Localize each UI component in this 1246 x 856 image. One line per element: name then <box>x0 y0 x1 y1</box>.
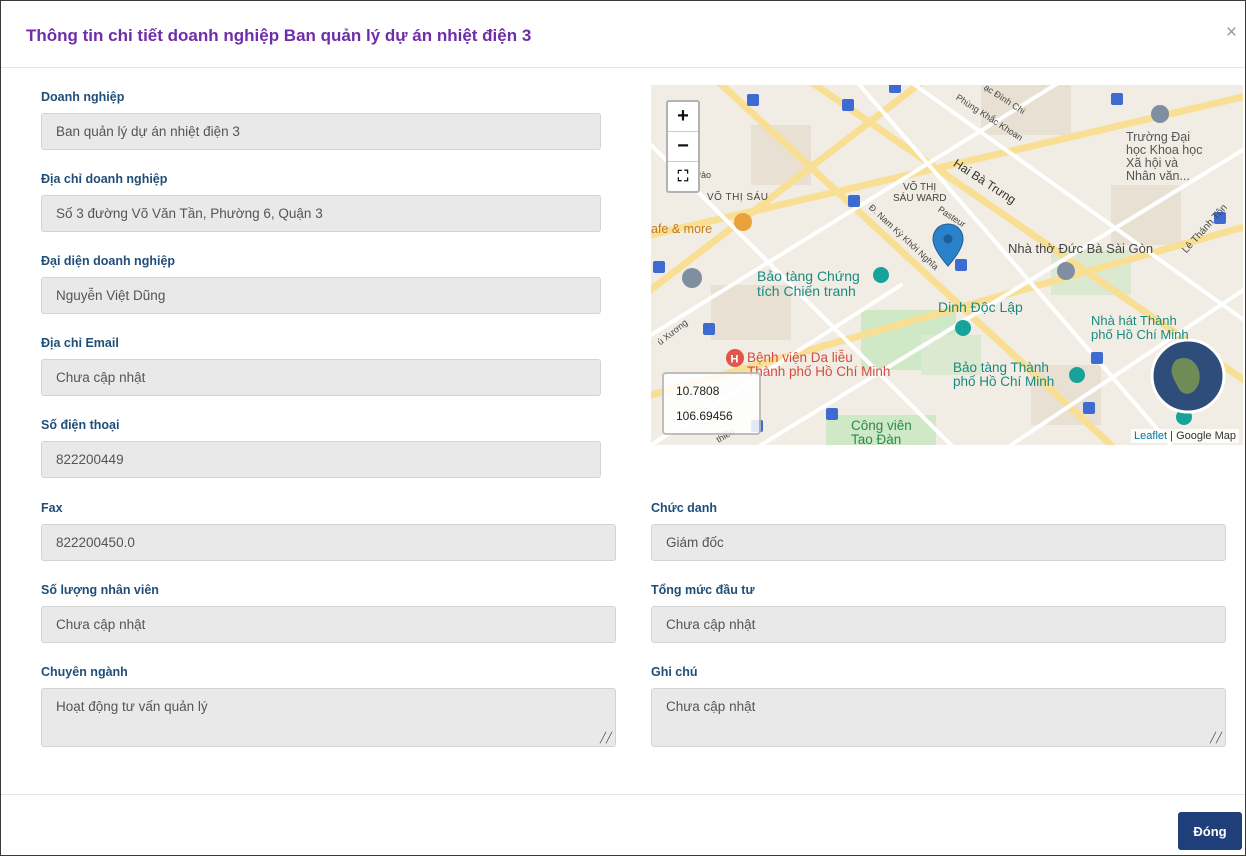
company-field[interactable]: Ban quản lý dự án nhiệt điện 3 <box>41 113 601 150</box>
map-label-opera-line: phố Hồ Chí Minh <box>1091 326 1189 342</box>
leaflet-link[interactable]: Leaflet <box>1134 430 1167 442</box>
note-label: Ghi chú <box>651 665 698 679</box>
longitude-value: 106.69456 <box>676 409 733 423</box>
resize-grip-icon[interactable]: ╱╱ <box>600 734 612 744</box>
close-button[interactable]: Đóng <box>1178 812 1242 850</box>
map-label-hospital-line: Bệnh viện Da liễu <box>747 350 853 365</box>
map-label-opera: Nhà hát Thành phố Hồ Chí Minh <box>1091 314 1189 341</box>
map-label-war-museum-line: tích Chiến tranh <box>757 282 856 299</box>
staff-count-field[interactable]: Chưa cập nhật <box>41 606 616 643</box>
map-label-vo-thi-sau: VÕ THỊ SÁU <box>707 192 769 203</box>
map-label-university-line: Nhân văn... <box>1126 169 1190 184</box>
investment-field[interactable]: Chưa cập nhật <box>651 606 1226 643</box>
map-label-park-line: Công viên <box>851 418 912 433</box>
specialty-textarea[interactable]: Hoạt động tư vấn quản lý ╱╱ <box>41 688 616 747</box>
note-value: Chưa cập nhật <box>666 699 756 714</box>
specialty-label: Chuyên ngành <box>41 665 128 679</box>
specialty-value: Hoạt động tư vấn quản lý <box>56 699 208 714</box>
map-label-opera-line: Nhà hát Thành <box>1091 313 1177 328</box>
latitude-value: 10.7808 <box>676 384 720 398</box>
map-label-park: Công viên Tao Đàn <box>851 418 912 445</box>
map-label-war-museum-line: Bảo tàng Chứng <box>757 268 860 284</box>
email-label: Địa chỉ Email <box>41 336 119 350</box>
map-label-university: Trường Đại học Khoa học Xã hội và Nhân v… <box>1126 130 1202 184</box>
fax-field[interactable]: 822200450.0 <box>41 524 616 561</box>
close-icon[interactable]: × <box>1226 23 1237 42</box>
modal-header: Thông tin chi tiết doanh nghiệp Ban quản… <box>1 1 1245 68</box>
map-label-war-museum: Bảo tàng Chứng tích Chiến tranh <box>757 269 860 298</box>
address-field[interactable]: Số 3 đường Võ Văn Tần, Phường 6, Quận 3 <box>41 195 601 232</box>
modal-title: Thông tin chi tiết doanh nghiệp Ban quản… <box>26 26 532 45</box>
map-label-ward-2: SÁU WARD <box>893 193 947 204</box>
map-label-city-museum-line: Bảo tàng Thành <box>953 360 1049 375</box>
staff-count-label: Số lượng nhân viên <box>41 583 159 597</box>
zoom-out-button[interactable]: − <box>668 131 698 161</box>
zoom-in-button[interactable]: + <box>668 102 698 131</box>
job-title-label: Chức danh <box>651 501 717 515</box>
representative-field[interactable]: Nguyễn Việt Dũng <box>41 277 601 314</box>
map-label-ward-1: VÕ THỊ <box>903 182 937 193</box>
company-detail-modal: Thông tin chi tiết doanh nghiệp Ban quản… <box>0 0 1246 856</box>
map-label-independence-palace: Dinh Độc Lập <box>938 299 1023 315</box>
note-textarea[interactable]: Chưa cập nhật ╱╱ <box>651 688 1226 747</box>
map-label-hospital-line: Thành phố Hồ Chí Minh <box>747 364 891 380</box>
fullscreen-icon[interactable]: ⛶ <box>668 161 698 191</box>
map-label-hospital: Bệnh viện Da liễu Thành phố Hồ Chí Minh <box>747 350 891 380</box>
coordinates-box: 10.7808 106.69456 <box>662 372 761 435</box>
attribution-provider: Google Map <box>1176 430 1236 442</box>
phone-label: Số điện thoại <box>41 418 120 432</box>
map-zoom-control: + − ⛶ <box>666 100 700 193</box>
location-map[interactable]: H VÕ THỊ SÁU VÕ THỊ SÁU WARD Hai Bà Trưn… <box>651 85 1243 445</box>
phone-field[interactable]: 822200449 <box>41 441 601 478</box>
attribution-separator: | <box>1167 430 1177 442</box>
map-label-cathedral: Nhà thờ Đức Bà Sài Gòn <box>1008 241 1154 256</box>
resize-grip-icon[interactable]: ╱╱ <box>1210 734 1222 744</box>
fax-label: Fax <box>41 501 63 515</box>
representative-label: Đại diện doanh nghiệp <box>41 254 176 268</box>
address-label: Địa chỉ doanh nghiệp <box>41 172 168 186</box>
modal-footer-divider <box>1 794 1245 795</box>
email-field[interactable]: Chưa cập nhật <box>41 359 601 396</box>
job-title-field[interactable]: Giám đốc <box>651 524 1226 561</box>
map-label-cafe: afe & more <box>651 222 713 236</box>
map-label-park-line: Tao Đàn <box>851 432 902 445</box>
map-attribution: Leaflet | Google Map <box>1131 429 1239 443</box>
svg-text:H: H <box>731 354 739 366</box>
company-label: Doanh nghiệp <box>41 90 125 104</box>
map-label-city-museum: Bảo tàng Thành phố Hồ Chí Minh <box>953 360 1055 390</box>
investment-label: Tổng mức đầu tư <box>651 583 755 597</box>
map-label-city-museum-line: phố Hồ Chí Minh <box>953 374 1055 390</box>
